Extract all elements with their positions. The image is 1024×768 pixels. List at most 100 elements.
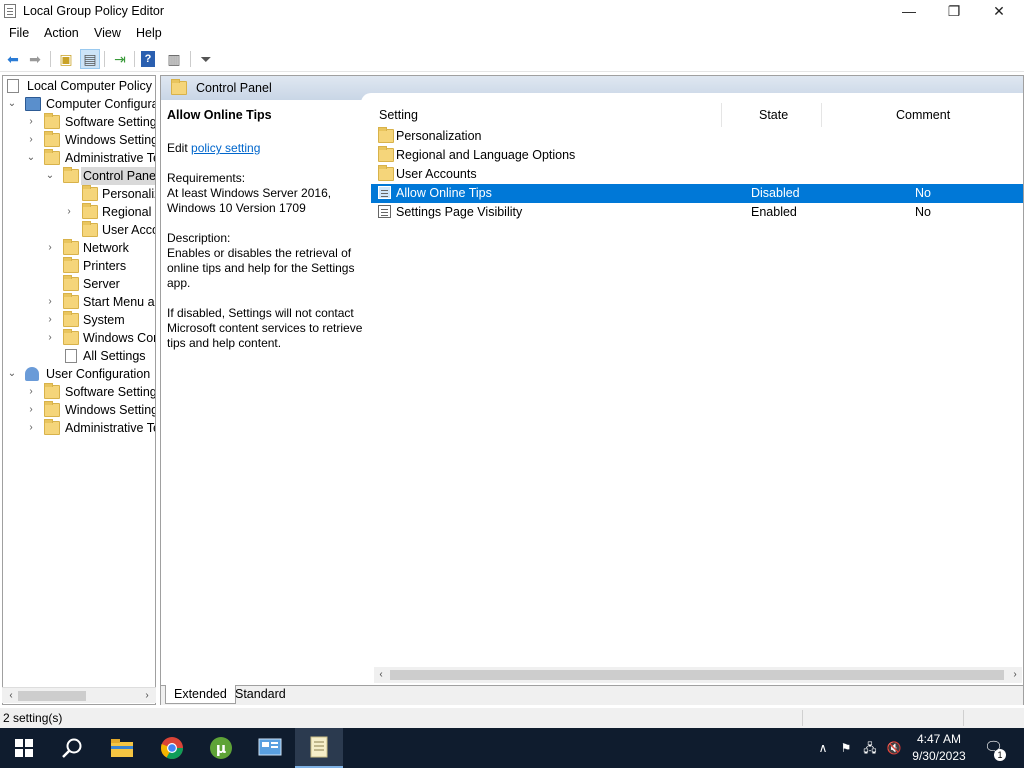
chevron-right-icon[interactable]: ›	[44, 329, 56, 347]
column-state[interactable]: State	[759, 108, 788, 122]
tab-standard[interactable]: Standard	[227, 685, 294, 704]
tree-item-computer-configuration[interactable]: ⌄ Computer Configura	[3, 95, 155, 113]
tree-item-network[interactable]: › Network	[3, 239, 155, 257]
help-icon[interactable]: ?	[141, 51, 155, 67]
clock[interactable]: 4:47 AM 9/30/2023	[908, 731, 970, 765]
taskbar-chrome[interactable]	[148, 728, 196, 768]
menu-action[interactable]: Action	[44, 26, 79, 40]
start-button[interactable]	[0, 728, 48, 768]
chevron-right-icon[interactable]: ›	[44, 293, 56, 311]
tree-item-all-settings[interactable]: All Settings	[3, 347, 155, 365]
section-title: Control Panel	[196, 81, 272, 95]
tree-horizontal-scrollbar[interactable]: ‹ ›	[2, 687, 156, 703]
scrollbar-thumb[interactable]	[390, 670, 1004, 680]
policy-document-icon	[7, 79, 19, 93]
tree-item-start-menu[interactable]: › Start Menu ar	[3, 293, 155, 311]
tree-item-uc-windows-settings[interactable]: › Windows Setting	[3, 401, 155, 419]
chevron-right-icon[interactable]: ›	[25, 131, 37, 149]
list-item[interactable]: Allow Online Tips Disabled No	[371, 184, 1023, 203]
user-icon	[25, 367, 39, 381]
clock-date: 9/30/2023	[912, 749, 966, 763]
edit-policy-link[interactable]: policy setting	[191, 141, 260, 155]
scroll-left-icon[interactable]: ‹	[4, 688, 18, 704]
tree-item-regional[interactable]: › Regional a	[3, 203, 155, 221]
tree-item-uc-software-settings[interactable]: › Software Settings	[3, 383, 155, 401]
tree-item-printers[interactable]: Printers	[3, 257, 155, 275]
list-item[interactable]: Settings Page Visibility Enabled No	[371, 203, 1023, 222]
tree-item-cc-windows-settings[interactable]: › Windows Setting	[3, 131, 155, 149]
tree-item-user-accounts[interactable]: User Acco	[3, 221, 155, 239]
clock-time: 4:47 AM	[916, 732, 962, 746]
restore-button[interactable]: ❐	[931, 0, 977, 22]
properties-icon[interactable]: ▥	[164, 49, 184, 69]
chevron-right-icon[interactable]: ›	[44, 239, 56, 257]
taskbar-file-explorer[interactable]	[98, 728, 146, 768]
scroll-right-icon[interactable]: ›	[140, 688, 154, 704]
menu-help[interactable]: Help	[136, 26, 162, 40]
tree-item-local-computer-policy[interactable]: Local Computer Policy	[3, 77, 155, 95]
folder-icon	[44, 401, 60, 417]
menu-file[interactable]: File	[9, 26, 29, 40]
tree-item-system[interactable]: › System	[3, 311, 155, 329]
folder-icon	[44, 149, 60, 165]
chevron-down-icon[interactable]: ⌄	[25, 149, 37, 167]
taskbar: µ ∧ ⚑ 🖧 🔇 4:47 AM 9/30/2023 🗨 1	[0, 728, 1024, 768]
folder-icon	[171, 79, 187, 95]
scrollbar-thumb[interactable]	[18, 691, 86, 701]
chevron-down-icon[interactable]: ⌄	[6, 365, 18, 383]
chevron-right-icon[interactable]: ›	[44, 311, 56, 329]
chevron-down-icon[interactable]: ⌄	[44, 167, 56, 185]
volume-muted-icon[interactable]: 🔇	[886, 740, 902, 756]
export-list-icon[interactable]: ⇥	[110, 49, 130, 69]
tree-item-cc-administrative-templates[interactable]: ⌄ Administrative Te	[3, 149, 155, 167]
search-icon	[62, 738, 82, 758]
back-icon[interactable]: ⬅	[3, 49, 23, 69]
folder-icon	[378, 127, 394, 143]
toolbar: ⬅ ➡ ▣ ▤ ⇥ ? ▥ ⏷	[0, 46, 1024, 72]
menu-view[interactable]: View	[94, 26, 121, 40]
all-settings-icon	[65, 349, 77, 363]
tree-item-user-configuration[interactable]: ⌄ User Configuration	[3, 365, 155, 383]
list-horizontal-scrollbar[interactable]: ‹ ›	[374, 667, 1022, 683]
tree-item-windows-components[interactable]: › Windows Cor	[3, 329, 155, 347]
tree-item-uc-administrative-templates[interactable]: › Administrative Te	[3, 419, 155, 437]
folder-icon	[44, 131, 60, 147]
close-button[interactable]: ✕	[976, 0, 1022, 22]
list-item[interactable]: Regional and Language Options	[371, 146, 1023, 165]
tree-item-cc-software-settings[interactable]: › Software Settings	[3, 113, 155, 131]
chevron-down-icon[interactable]: ⌄	[6, 95, 18, 113]
forward-icon[interactable]: ➡	[25, 49, 45, 69]
edit-prefix: Edit	[167, 141, 188, 155]
tree-item-control-panel[interactable]: ⌄ Control Panel	[3, 167, 155, 185]
tab-extended[interactable]: Extended	[165, 685, 236, 704]
scroll-right-icon[interactable]: ›	[1008, 667, 1022, 683]
chevron-right-icon[interactable]: ›	[25, 401, 37, 419]
column-setting[interactable]: Setting	[379, 108, 418, 122]
folder-icon	[82, 185, 98, 201]
search-button[interactable]	[48, 728, 96, 768]
tree-item-server[interactable]: Server	[3, 275, 155, 293]
chevron-right-icon[interactable]: ›	[25, 383, 37, 401]
chevron-up-icon[interactable]: ∧	[815, 740, 831, 756]
chevron-right-icon[interactable]: ›	[63, 203, 75, 221]
column-comment[interactable]: Comment	[896, 108, 950, 122]
chevron-right-icon[interactable]: ›	[25, 113, 37, 131]
extended-description: Allow Online Tips Edit policy setting Re…	[167, 108, 367, 366]
tree-item-personalization[interactable]: Personaliz	[3, 185, 155, 203]
list-item[interactable]: User Accounts	[371, 165, 1023, 184]
up-folder-icon[interactable]: ▣	[56, 49, 76, 69]
list-item[interactable]: Personalization	[371, 127, 1023, 146]
minimize-button[interactable]: —	[886, 0, 932, 22]
action-center-flag-icon[interactable]: ⚑	[838, 740, 854, 756]
filter-icon[interactable]: ⏷	[196, 49, 216, 69]
taskbar-control-panel[interactable]	[246, 728, 294, 768]
taskbar-group-policy-editor[interactable]	[295, 728, 343, 768]
policy-setting-icon	[378, 186, 391, 199]
chevron-right-icon[interactable]: ›	[25, 419, 37, 437]
description-label: Description:	[167, 231, 231, 245]
notification-count-badge: 1	[994, 749, 1006, 761]
scroll-left-icon[interactable]: ‹	[374, 667, 388, 683]
taskbar-utorrent[interactable]: µ	[197, 728, 245, 768]
show-hide-tree-icon[interactable]: ▤	[80, 49, 100, 69]
network-icon[interactable]: 🖧	[862, 740, 878, 756]
